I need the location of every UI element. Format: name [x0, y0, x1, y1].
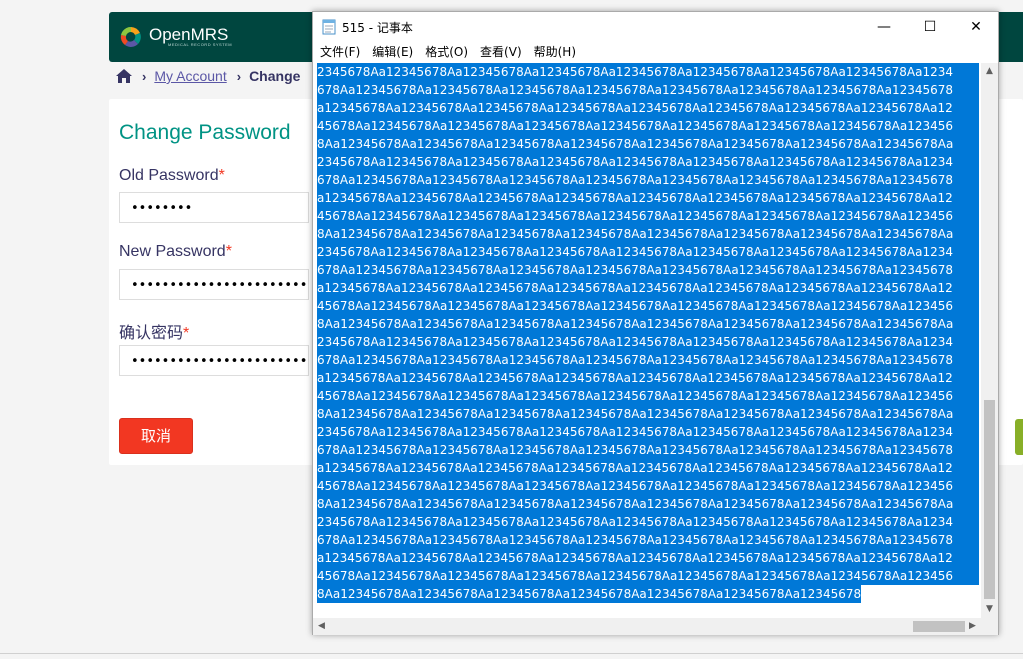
notepad-text-area[interactable]: 2345678Aa12345678Aa12345678Aa12345678Aa1…	[317, 63, 981, 618]
text-line: a12345678Aa12345678Aa12345678Aa12345678A…	[317, 279, 979, 297]
old-password-label: Old Password*	[119, 167, 225, 185]
menu-edit[interactable]: 编辑(E)	[366, 42, 419, 62]
minimize-icon: —	[877, 19, 891, 35]
breadcrumb-current: Change	[249, 68, 301, 84]
text-line: 2345678Aa12345678Aa12345678Aa12345678Aa1…	[317, 513, 979, 531]
save-button-edge[interactable]	[1015, 419, 1023, 455]
text-line: 2345678Aa12345678Aa12345678Aa12345678Aa1…	[317, 333, 979, 351]
old-password-input[interactable]: ••••••••	[119, 192, 309, 223]
chevron-right-icon: ›	[142, 68, 147, 84]
horizontal-scrollbar[interactable]: ◀ ▶	[313, 618, 981, 635]
cancel-button[interactable]: 取消	[119, 418, 193, 454]
text-line: 2345678Aa12345678Aa12345678Aa12345678Aa1…	[317, 153, 979, 171]
vertical-scroll-thumb[interactable]	[984, 400, 995, 599]
openmrs-logo-text: OpenMRS	[149, 24, 229, 44]
text-line: 678Aa12345678Aa12345678Aa12345678Aa12345…	[317, 81, 979, 99]
text-line: 678Aa12345678Aa12345678Aa12345678Aa12345…	[317, 441, 979, 459]
horizontal-scroll-thumb[interactable]	[913, 621, 965, 632]
new-password-input[interactable]: ••••••••••••••••••••••••••••	[119, 269, 309, 300]
openmrs-logo-icon	[120, 26, 141, 47]
text-line: 8Aa12345678Aa12345678Aa12345678Aa1234567…	[317, 135, 979, 153]
maximize-icon: ☐	[923, 19, 937, 35]
new-password-label: New Password*	[119, 243, 232, 261]
text-line: a12345678Aa12345678Aa12345678Aa12345678A…	[317, 369, 979, 387]
confirm-password-label-text: 确认密码	[119, 325, 184, 342]
maximize-button[interactable]: ☐	[907, 12, 953, 42]
text-line: a12345678Aa12345678Aa12345678Aa12345678A…	[317, 459, 979, 477]
confirm-password-label: 确认密码*	[119, 319, 189, 343]
notepad-app-icon	[322, 19, 336, 35]
text-line: 2345678Aa12345678Aa12345678Aa12345678Aa1…	[317, 423, 979, 441]
notepad-menu-bar: 文件(F) 编辑(E) 格式(O) 查看(V) 帮助(H)	[313, 42, 998, 62]
breadcrumb-my-account-link[interactable]: My Account	[154, 68, 226, 84]
text-line: 8Aa12345678Aa12345678Aa12345678Aa1234567…	[317, 315, 979, 333]
text-line: 45678Aa12345678Aa12345678Aa12345678Aa123…	[317, 117, 979, 135]
menu-view[interactable]: 查看(V)	[474, 42, 528, 62]
scroll-left-icon[interactable]: ◀	[313, 618, 330, 635]
text-line: a12345678Aa12345678Aa12345678Aa12345678A…	[317, 189, 979, 207]
chevron-right-icon: ›	[236, 68, 242, 84]
old-password-label-text: Old Password	[119, 167, 219, 184]
notepad-window-title: 515 - 记事本	[342, 21, 413, 35]
notepad-window: 515 - 记事本 — ☐ ✕ 文件(F) 编辑(E) 格式(O) 查看(V) …	[312, 11, 999, 635]
text-line: 678Aa12345678Aa12345678Aa12345678Aa12345…	[317, 261, 979, 279]
text-line: 8Aa12345678Aa12345678Aa12345678Aa1234567…	[317, 225, 979, 243]
text-line: 8Aa12345678Aa12345678Aa12345678Aa1234567…	[317, 585, 862, 603]
text-line: 45678Aa12345678Aa12345678Aa12345678Aa123…	[317, 567, 979, 585]
text-line: 8Aa12345678Aa12345678Aa12345678Aa1234567…	[317, 405, 979, 423]
text-line: 678Aa12345678Aa12345678Aa12345678Aa12345…	[317, 351, 979, 369]
required-mark: *	[183, 325, 190, 342]
text-line: 8Aa12345678Aa12345678Aa12345678Aa1234567…	[317, 495, 979, 513]
menu-help[interactable]: 帮助(H)	[528, 42, 582, 62]
scroll-right-icon[interactable]: ▶	[964, 618, 981, 635]
text-line: 45678Aa12345678Aa12345678Aa12345678Aa123…	[317, 387, 979, 405]
home-icon[interactable]	[116, 69, 132, 83]
close-icon: ✕	[970, 19, 982, 35]
text-line: 2345678Aa12345678Aa12345678Aa12345678Aa1…	[317, 63, 979, 81]
menu-file[interactable]: 文件(F)	[314, 42, 366, 62]
text-line: 45678Aa12345678Aa12345678Aa12345678Aa123…	[317, 207, 979, 225]
openmrs-logo-subtitle: MEDICAL RECORD SYSTEM	[168, 42, 233, 47]
notepad-title-bar[interactable]: 515 - 记事本 — ☐ ✕	[313, 12, 998, 42]
text-line: 678Aa12345678Aa12345678Aa12345678Aa12345…	[317, 531, 979, 549]
vertical-scrollbar[interactable]: ▲ ▼	[981, 63, 998, 618]
text-line: 45678Aa12345678Aa12345678Aa12345678Aa123…	[317, 477, 979, 495]
scroll-up-icon[interactable]: ▲	[981, 63, 998, 80]
text-line: 45678Aa12345678Aa12345678Aa12345678Aa123…	[317, 297, 979, 315]
close-button[interactable]: ✕	[953, 12, 999, 42]
page-title: Change Password	[119, 121, 291, 144]
scrollbar-corner	[981, 618, 998, 635]
required-mark: *	[225, 243, 232, 260]
text-line: a12345678Aa12345678Aa12345678Aa12345678A…	[317, 549, 979, 567]
menu-format[interactable]: 格式(O)	[419, 42, 474, 62]
scroll-down-icon[interactable]: ▼	[981, 601, 998, 618]
text-line: 678Aa12345678Aa12345678Aa12345678Aa12345…	[317, 171, 979, 189]
required-mark: *	[218, 167, 225, 184]
page-bottom-divider	[0, 653, 1023, 654]
header-right-edge	[1015, 12, 1023, 62]
text-line: a12345678Aa12345678Aa12345678Aa12345678A…	[317, 99, 979, 117]
confirm-password-input[interactable]: ••••••••••••••••••••••••••••	[119, 345, 309, 376]
text-line: 2345678Aa12345678Aa12345678Aa12345678Aa1…	[317, 243, 979, 261]
new-password-label-text: New Password	[119, 243, 226, 260]
minimize-button[interactable]: —	[861, 12, 907, 42]
